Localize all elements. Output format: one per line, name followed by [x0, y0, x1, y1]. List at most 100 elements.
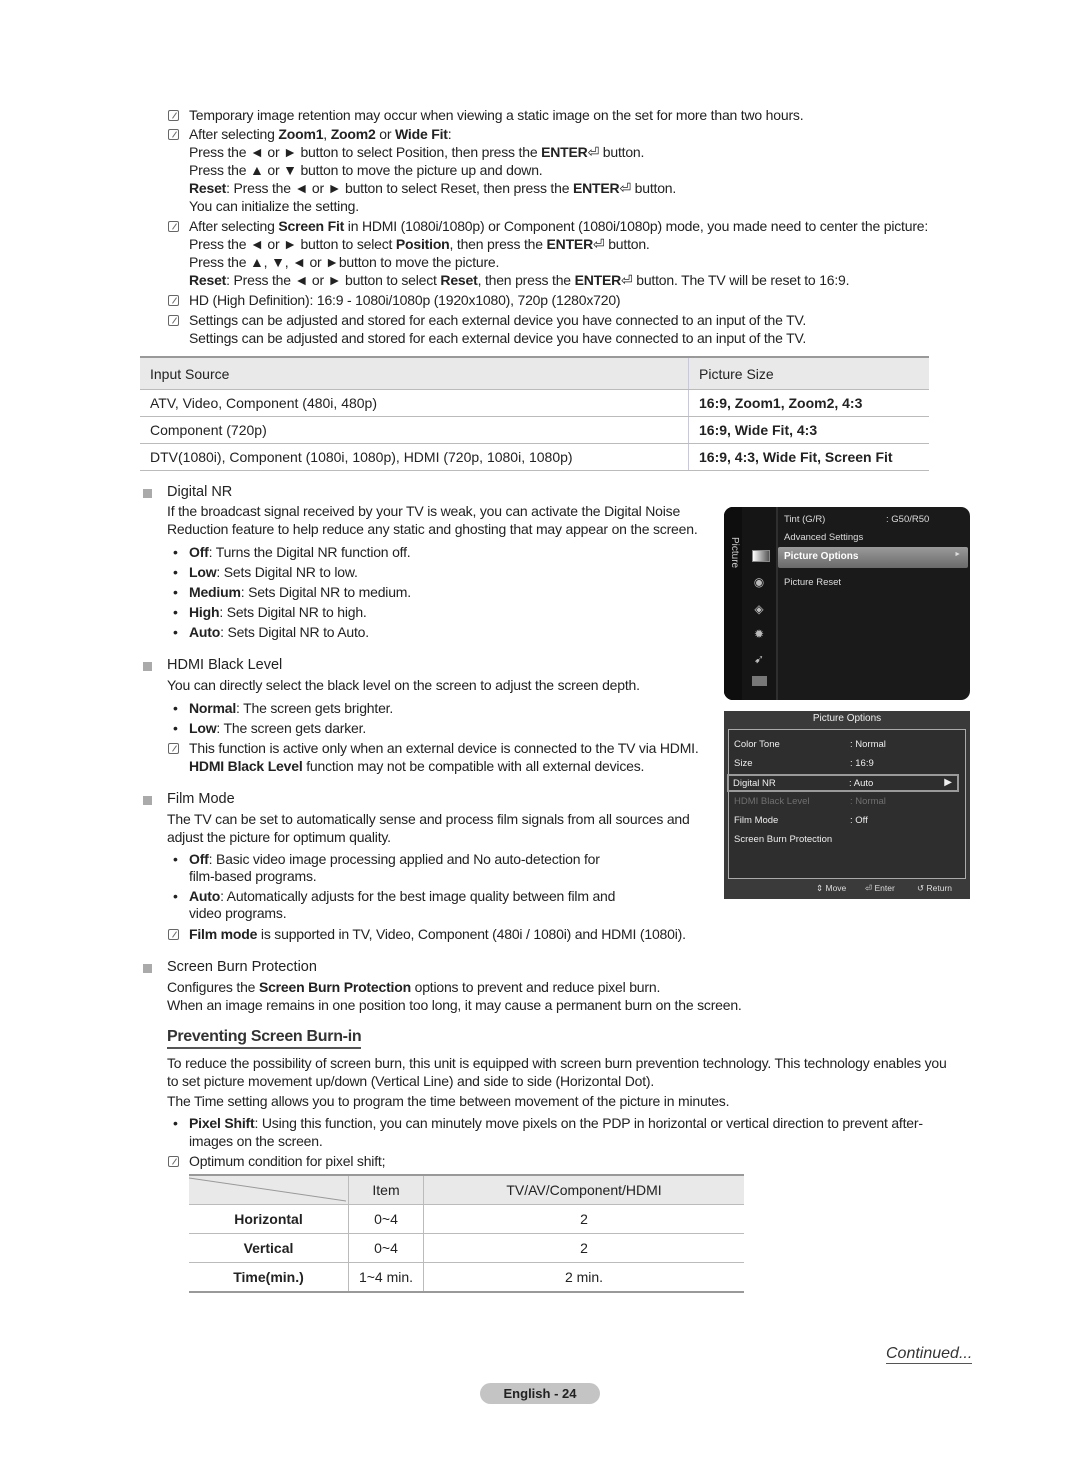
option-row[interactable]: Digital NR: Auto ▶ [727, 774, 959, 792]
picture-icon[interactable] [752, 550, 770, 562]
text: Press the ▲ or ▼ button to move the pict… [189, 162, 543, 178]
bold-text: ENTER [541, 144, 588, 160]
continued-link[interactable]: Continued... [886, 1345, 973, 1364]
option-desc: : Automatically adjusts for the best ima… [220, 888, 616, 904]
value: : G50/R50 [886, 514, 930, 525]
option-row[interactable]: Size: 16:9 [730, 756, 956, 772]
option-row[interactable]: Screen Burn Protection [730, 832, 956, 848]
option-item: Medium: Sets Digital NR to medium. [189, 584, 411, 601]
note-icon [168, 295, 179, 306]
bullet-dot: • [173, 851, 178, 867]
hdmi-note-1: This function is active only when an ext… [189, 740, 699, 756]
bold-text: ENTER [574, 272, 622, 288]
input-icon[interactable]: ➹ [752, 653, 766, 666]
option-name: Auto [189, 624, 221, 640]
note-icon [168, 743, 179, 754]
text: After selecting [189, 126, 279, 142]
option-name: Off [189, 544, 209, 560]
bullet-dot: • [173, 700, 178, 716]
table-row: DTV(1080i), Component (1080i, 1080p), HD… [140, 443, 929, 471]
option-desc: : Sets Digital NR to low. [216, 564, 358, 580]
option-value: : Normal [850, 739, 886, 750]
note-icon [168, 110, 179, 121]
section-title-hdmi-black-level: HDMI Black Level [167, 657, 283, 673]
enter-hint: ⏎ Enter [865, 883, 895, 894]
setup-icon[interactable]: ✹ [752, 628, 766, 641]
return-hint: ↺ Return [917, 883, 952, 894]
cell-input-source: ATV, Video, Component (480i, 480p) [140, 389, 689, 417]
cell-item: 0~4 [348, 1233, 424, 1263]
menu-item-tint[interactable]: Tint (G/R): G50/R50 [784, 514, 929, 525]
menu-item-picture-options[interactable]: Picture Options ► [778, 547, 968, 568]
tv-picture-menu: Picture ◉ ◈ ✹ ➹ Tint (G/R): G50/R50 Adva… [724, 507, 970, 700]
option-name: Auto [189, 888, 221, 904]
channel-icon[interactable]: ◈ [752, 603, 766, 616]
bold-text: Pixel Shift [189, 1115, 255, 1131]
bullet-dot: • [173, 888, 178, 904]
move-label: Move [825, 883, 847, 893]
bullet-dot: • [173, 564, 178, 580]
pixel-shift-bullet: Pixel Shift: Using this function, you ca… [189, 1115, 923, 1132]
cell-picture-size: 16:9, 4:3, Wide Fit, Screen Fit [688, 443, 929, 471]
pixel-shift-bullet-cont: images on the screen. [189, 1133, 323, 1149]
preventing-p1-1: To reduce the possibility of screen burn… [167, 1055, 947, 1071]
picture-options-menu: Picture Options ⇕ Move ⏎ Enter ↺ Return … [724, 711, 970, 899]
text: , then press the [449, 236, 547, 252]
diagonal-line [189, 1177, 346, 1202]
note-line: After selecting Screen Fit in HDMI (1080… [189, 218, 928, 235]
bullet-dot: • [173, 584, 178, 600]
option-desc-cont: film-based programs. [189, 868, 317, 884]
bullet-dot: • [173, 720, 178, 736]
text: , [323, 126, 331, 142]
option-name: High [189, 604, 220, 620]
cell-input-source: Component (720p) [140, 416, 689, 444]
menu-item-advanced-settings[interactable]: Advanced Settings [784, 532, 863, 543]
application-icon[interactable] [752, 676, 767, 686]
cell-item: 0~4 [348, 1204, 424, 1234]
note-line: Reset: Press the ◄ or ► button to select… [189, 180, 676, 197]
header-input-source: Input Source [140, 356, 689, 390]
text: Press the ◄ or ► button to select [189, 236, 396, 252]
option-desc: : The screen gets brighter. [236, 700, 394, 716]
option-row[interactable]: Film Mode: Off [730, 813, 956, 829]
bold-text: Zoom1 [278, 126, 324, 142]
option-row: HDMI Black Level: Normal [730, 794, 956, 810]
table-header-row: Input Source Picture Size [140, 356, 929, 390]
text: : Press the ◄ or ► button to select [226, 272, 441, 288]
menu-item-picture-reset[interactable]: Picture Reset [784, 577, 841, 588]
option-value: : Normal [850, 796, 886, 807]
hdmi-black-desc: You can directly select the black level … [167, 677, 640, 693]
header-picture-size: Picture Size [688, 356, 929, 390]
note-line: Settings can be adjusted and stored for … [189, 312, 806, 329]
bold-text: ENTER [572, 180, 620, 196]
option-item: Low: The screen gets darker. [189, 720, 366, 737]
input-source-table: Input Source Picture Size ATV, Video, Co… [140, 356, 929, 471]
bold-text: Reset [440, 272, 478, 288]
text: HD (High Definition): 16:9 - 1080i/1080p… [189, 292, 621, 308]
digital-nr-desc-1: If the broadcast signal received by your… [167, 503, 681, 519]
cell-value: 2 [423, 1204, 744, 1234]
note-icon [168, 929, 179, 940]
bullet-dot: • [173, 544, 178, 560]
option-desc: : Sets Digital NR to high. [219, 604, 367, 620]
cell-picture-size: 16:9, Zoom1, Zoom2, 4:3 [688, 389, 929, 417]
menu-sidebar: Picture ◉ ◈ ✹ ➹ [724, 507, 778, 700]
hdmi-note-bold: HDMI Black Level [189, 758, 303, 774]
cell-value: 2 [423, 1233, 744, 1263]
cell-value: 2 min. [423, 1262, 744, 1293]
option-value: : 16:9 [850, 758, 874, 769]
option-label: Digital NR [733, 778, 776, 789]
option-desc: : Sets Digital NR to Auto. [220, 624, 369, 640]
bold-text: Position [395, 236, 450, 252]
option-row[interactable]: Color Tone: Normal [730, 737, 956, 753]
subsection-title-preventing-burn-in: Preventing Screen Burn-in [167, 1028, 362, 1049]
label: Picture Options [784, 551, 859, 562]
option-value: : Auto [849, 778, 874, 789]
note-line: Press the ▲, ▼, ◄ or ►button to move the… [189, 254, 499, 271]
text: in HDMI (1080i/1080p) or Component (1080… [344, 218, 929, 234]
option-item: High: Sets Digital NR to high. [189, 604, 367, 621]
sound-icon[interactable]: ◉ [752, 576, 766, 589]
text: Temporary image retention may occur when… [189, 107, 804, 123]
section-square-icon [143, 796, 152, 805]
hdmi-note-2: HDMI Black Level function may not be com… [189, 758, 644, 775]
